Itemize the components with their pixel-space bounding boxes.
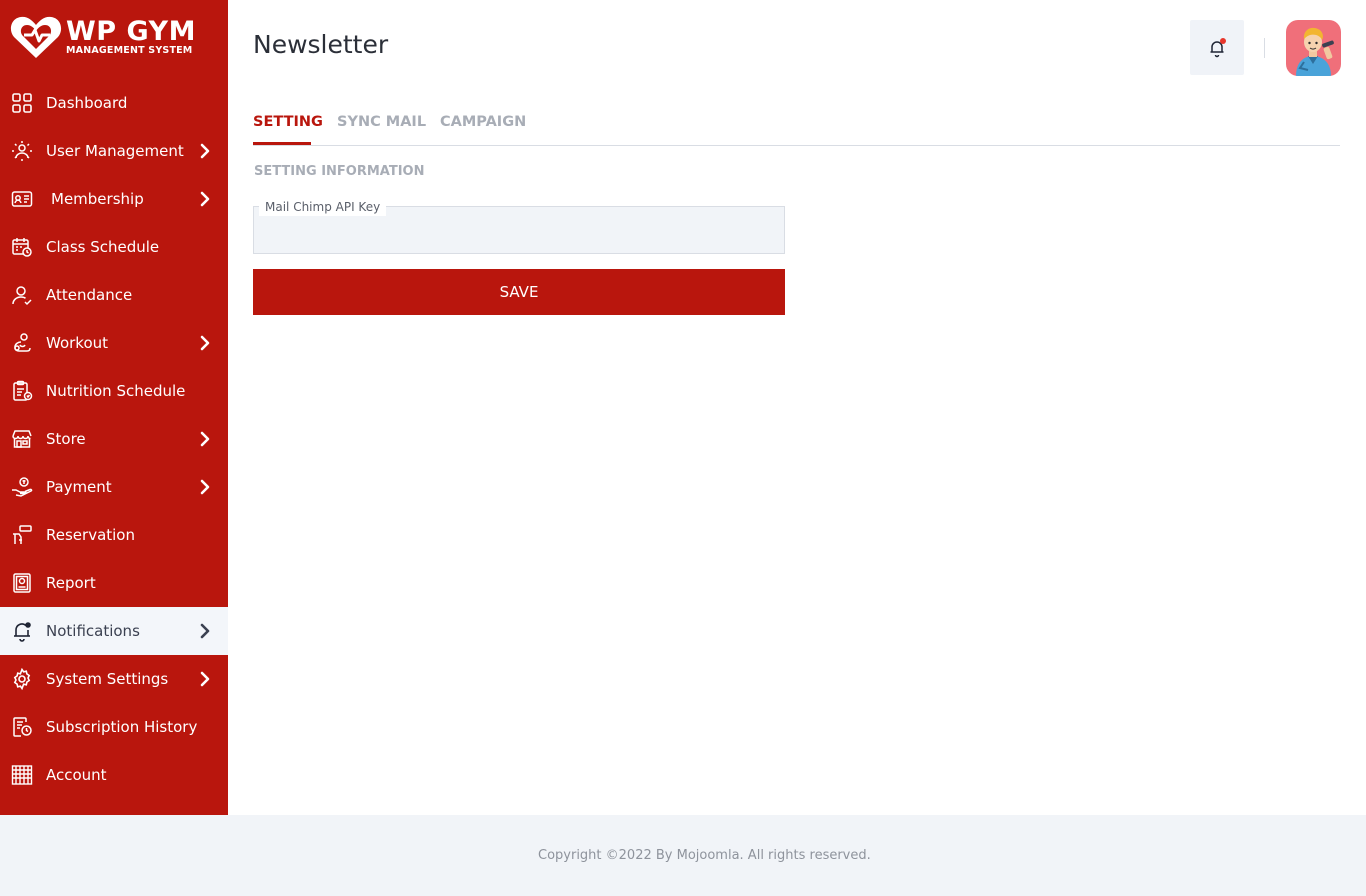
- newsletter-tabs: SETTING SYNC MAIL CAMPAIGN: [253, 111, 1340, 146]
- chevron-right-icon: [200, 671, 210, 687]
- notification-badge: [1220, 38, 1226, 44]
- api-key-label: Mail Chimp API Key: [259, 200, 387, 216]
- bell-icon: [11, 620, 33, 642]
- sidebar-item-label: System Settings: [46, 670, 169, 688]
- sidebar-item-membership[interactable]: Membership: [0, 175, 228, 223]
- sidebar-item-user-management[interactable]: User Management: [0, 127, 228, 175]
- notification-button[interactable]: [1190, 20, 1244, 75]
- user-avatar[interactable]: [1286, 20, 1341, 76]
- chevron-right-icon: [200, 431, 210, 447]
- sidebar-item-label: Attendance: [46, 286, 133, 304]
- sidebar-item-label: Payment: [46, 478, 112, 496]
- sidebar-item-dashboard[interactable]: Dashboard: [0, 79, 228, 127]
- brand-logo[interactable]: WP GYM MANAGEMENT SYSTEM: [10, 12, 220, 62]
- active-tab-indicator: [253, 142, 311, 145]
- chevron-right-icon: [200, 191, 210, 207]
- membership-card-icon: [11, 188, 33, 210]
- sidebar-item-workout[interactable]: Workout: [0, 319, 228, 367]
- sidebar-item-reservation[interactable]: Reservation: [0, 511, 228, 559]
- tab-setting[interactable]: SETTING: [253, 114, 323, 130]
- payment-hand-icon: [11, 476, 33, 498]
- account-icon: [11, 764, 33, 786]
- header-divider: [1264, 38, 1265, 58]
- sidebar-item-subscription-history[interactable]: Subscription History: [0, 703, 228, 751]
- sidebar-item-label: Membership: [51, 190, 144, 208]
- clipboard-icon: [11, 380, 33, 402]
- reservation-icon: [11, 524, 33, 546]
- sidebar-item-label: Workout: [46, 334, 109, 352]
- chevron-right-icon: [200, 623, 210, 639]
- copyright-text: Copyright ©2022 By Mojoomla. All rights …: [538, 848, 871, 863]
- sidebar-item-label: Store: [46, 430, 86, 448]
- report-icon: [11, 572, 33, 594]
- sidebar-item-label: Report: [46, 574, 96, 592]
- app-root: WP GYM MANAGEMENT SYSTEM Dashboard User …: [0, 0, 1366, 896]
- sidebar-item-account[interactable]: Account: [0, 751, 228, 799]
- chevron-right-icon: [200, 335, 210, 351]
- brand-subtitle: MANAGEMENT SYSTEM: [66, 45, 193, 57]
- sidebar-item-label: Notifications: [46, 622, 140, 640]
- brand-title: WP GYM: [66, 16, 196, 48]
- sidebar-item-label: User Management: [46, 142, 184, 160]
- calendar-icon: [11, 236, 33, 258]
- sidebar-nav: Dashboard User Management Membership Cla…: [0, 79, 228, 799]
- api-key-field: Mail Chimp API Key: [253, 200, 785, 254]
- section-title: SETTING INFORMATION: [254, 164, 425, 179]
- sidebar-item-label: Class Schedule: [46, 238, 160, 256]
- sidebar-item-nutrition-schedule[interactable]: Nutrition Schedule: [0, 367, 228, 415]
- sidebar-item-label: Dashboard: [46, 94, 128, 112]
- users-gear-icon: [11, 140, 33, 162]
- store-icon: [11, 428, 33, 450]
- sidebar-item-notifications[interactable]: Notifications: [0, 607, 228, 655]
- sidebar-item-class-schedule[interactable]: Class Schedule: [0, 223, 228, 271]
- sidebar-item-label: Subscription History: [46, 718, 198, 736]
- sidebar-item-report[interactable]: Report: [0, 559, 228, 607]
- chevron-right-icon: [200, 143, 210, 159]
- sidebar-item-payment[interactable]: Payment: [0, 463, 228, 511]
- history-icon: [11, 716, 33, 738]
- save-button[interactable]: SAVE: [253, 269, 785, 315]
- tab-sync-mail[interactable]: SYNC MAIL: [337, 114, 426, 130]
- sidebar-item-label: Reservation: [46, 526, 135, 544]
- gear-icon: [11, 668, 33, 690]
- user-check-icon: [11, 284, 33, 306]
- sidebar-item-attendance[interactable]: Attendance: [0, 271, 228, 319]
- page-title: Newsletter: [253, 30, 389, 59]
- user-avatar-icon: [1296, 27, 1334, 76]
- tab-campaign[interactable]: CAMPAIGN: [440, 114, 526, 130]
- sidebar-item-store[interactable]: Store: [0, 415, 228, 463]
- footer: Copyright ©2022 By Mojoomla. All rights …: [0, 815, 1366, 896]
- sidebar-item-label: Account: [46, 766, 107, 784]
- heart-logo-icon: [10, 13, 62, 61]
- dashboard-icon: [11, 92, 33, 114]
- sidebar: WP GYM MANAGEMENT SYSTEM Dashboard User …: [0, 0, 228, 815]
- sidebar-item-system-settings[interactable]: System Settings: [0, 655, 228, 703]
- workout-icon: [11, 332, 33, 354]
- chevron-right-icon: [200, 479, 210, 495]
- sidebar-item-label: Nutrition Schedule: [46, 382, 186, 400]
